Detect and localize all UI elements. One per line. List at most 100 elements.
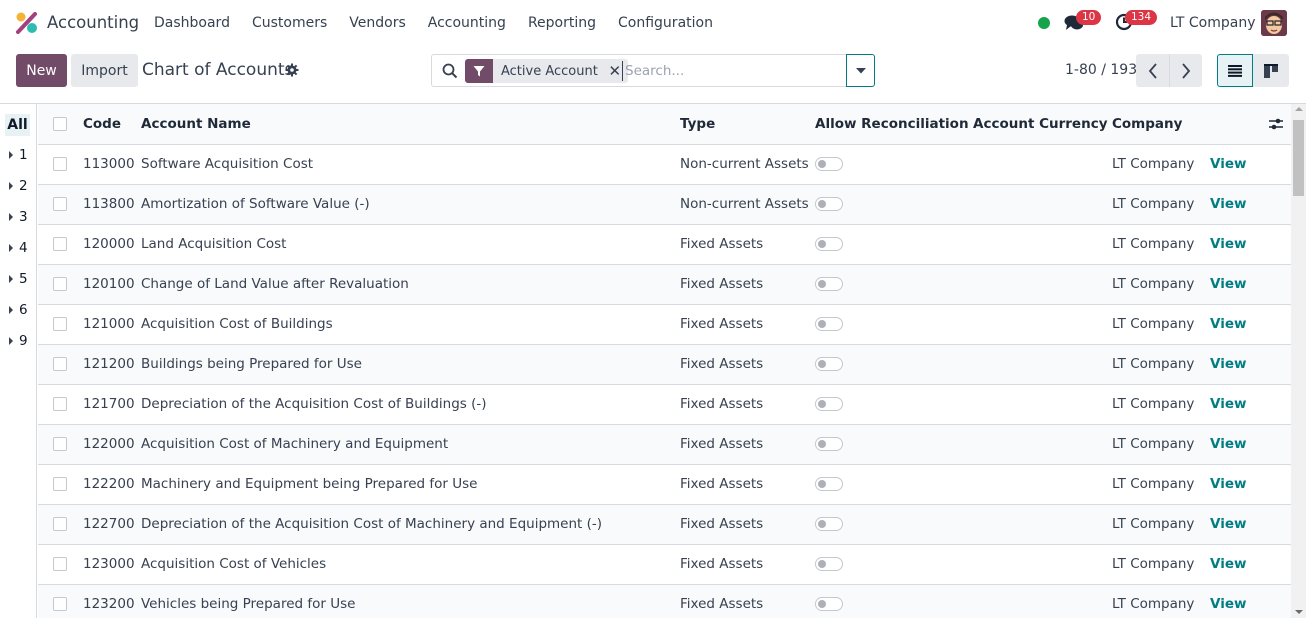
cell-code: 113000 [83,144,141,185]
import-button[interactable]: Import [71,54,138,87]
header-type[interactable]: Type [680,104,815,145]
pager-value[interactable]: 1-80 / 193 [1065,62,1137,78]
row-checkbox[interactable] [53,557,67,571]
table-row[interactable]: 122700 Depreciation of the Acquisition C… [38,504,1291,545]
allow-reconciliation-toggle[interactable] [815,477,843,491]
sidepanel-group[interactable]: 2 [9,178,28,194]
table-row[interactable]: 121000 Acquisition Cost of Buildings Fix… [38,304,1291,345]
header-account-currency[interactable]: Account Currency [973,104,1112,145]
row-checkbox[interactable] [53,157,67,171]
allow-reconciliation-toggle[interactable] [815,197,843,211]
search-icon[interactable] [442,63,458,79]
company-switcher[interactable]: LT Company [1170,15,1255,31]
cell-account-name: Amortization of Software Value (-) [141,184,680,225]
scroll-down-arrow-icon[interactable] [1295,610,1303,614]
header-account-name[interactable]: Account Name [141,104,680,145]
view-link[interactable]: View [1210,356,1246,372]
table-row[interactable]: 120000 Land Acquisition Cost Fixed Asset… [38,224,1291,265]
header-company[interactable]: Company [1112,104,1210,145]
sidepanel-group[interactable]: 1 [9,147,28,163]
allow-reconciliation-toggle[interactable] [815,557,843,571]
table-row[interactable]: 123200 Vehicles being Prepared for Use F… [38,584,1291,618]
search-input[interactable] [622,61,837,81]
kanban-view-button[interactable] [1253,54,1289,87]
row-checkbox[interactable] [53,477,67,491]
optional-columns-toggle[interactable] [1210,118,1291,130]
view-link[interactable]: View [1210,476,1246,492]
view-link[interactable]: View [1210,516,1246,532]
menu-configuration[interactable]: Configuration [618,15,713,31]
top-navbar: Accounting Dashboard Customers Vendors A… [0,0,1306,46]
row-checkbox[interactable] [53,437,67,451]
table-row[interactable]: 113800 Amortization of Software Value (-… [38,184,1291,225]
caret-down-icon [855,67,866,73]
row-checkbox[interactable] [53,397,67,411]
allow-reconciliation-toggle[interactable] [815,517,843,531]
view-link[interactable]: View [1210,276,1246,292]
view-link[interactable]: View [1210,196,1246,212]
allow-reconciliation-toggle[interactable] [815,157,843,171]
row-checkbox[interactable] [53,597,67,611]
sidepanel-group[interactable]: 9 [9,333,28,349]
view-link[interactable]: View [1210,236,1246,252]
list-view-button[interactable] [1217,54,1253,87]
view-link[interactable]: View [1210,596,1246,612]
cell-code: 121700 [83,384,141,425]
row-checkbox[interactable] [53,197,67,211]
app-name[interactable]: Accounting [47,13,139,32]
row-checkbox[interactable] [53,277,67,291]
accounting-app-logo-icon[interactable] [16,12,38,34]
sidepanel-all[interactable]: All [5,114,30,136]
view-link[interactable]: View [1210,156,1246,172]
cell-account-currency [973,464,1112,505]
pager-next-button[interactable] [1169,54,1202,87]
menu-vendors[interactable]: Vendors [349,15,405,31]
allow-reconciliation-toggle[interactable] [815,597,843,611]
view-link[interactable]: View [1210,396,1246,412]
scrollbar-thumb[interactable] [1293,120,1304,196]
allow-reconciliation-toggle[interactable] [815,437,843,451]
row-checkbox[interactable] [53,357,67,371]
view-link[interactable]: View [1210,436,1246,452]
allow-reconciliation-toggle[interactable] [815,237,843,251]
new-button[interactable]: New [16,54,67,87]
allow-reconciliation-toggle[interactable] [815,317,843,331]
sidepanel-group[interactable]: 4 [9,240,28,256]
table-row[interactable]: 123000 Acquisition Cost of Vehicles Fixe… [38,544,1291,585]
menu-customers[interactable]: Customers [252,15,327,31]
chat-count-badge[interactable]: 10 [1076,10,1102,25]
sidepanel-group[interactable]: 6 [9,302,28,318]
activity-count-badge[interactable]: 134 [1125,10,1158,25]
menu-accounting[interactable]: Accounting [428,15,506,31]
menu-reporting[interactable]: Reporting [528,15,596,31]
gear-icon[interactable] [285,63,299,77]
scroll-up-arrow-icon[interactable] [1295,107,1303,111]
cell-type: Fixed Assets [680,304,815,345]
header-allow-reconciliation[interactable]: Allow Reconciliation [815,104,973,145]
select-all-checkbox[interactable] [53,116,67,131]
cell-type: Fixed Assets [680,264,815,305]
table-row[interactable]: 120100 Change of Land Value after Revalu… [38,264,1291,305]
sidepanel-group[interactable]: 5 [9,271,28,287]
table-row[interactable]: 122000 Acquisition Cost of Machinery and… [38,424,1291,465]
allow-reconciliation-toggle[interactable] [815,397,843,411]
user-avatar[interactable] [1261,10,1287,36]
pager-previous-button[interactable] [1136,54,1169,87]
table-row[interactable]: 113000 Software Acquisition Cost Non-cur… [38,144,1291,185]
menu-dashboard[interactable]: Dashboard [154,15,230,31]
row-checkbox[interactable] [53,317,67,331]
row-checkbox[interactable] [53,517,67,531]
sidepanel-group[interactable]: 3 [9,209,28,225]
row-checkbox[interactable] [53,237,67,251]
cell-company: LT Company [1112,224,1210,265]
view-link[interactable]: View [1210,556,1246,572]
search-options-toggle[interactable] [846,54,875,87]
table-row[interactable]: 122200 Machinery and Equipment being Pre… [38,464,1291,505]
view-link[interactable]: View [1210,316,1246,332]
allow-reconciliation-toggle[interactable] [815,357,843,371]
table-row[interactable]: 121200 Buildings being Prepared for Use … [38,344,1291,385]
table-row[interactable]: 121700 Depreciation of the Acquisition C… [38,384,1291,425]
vertical-scrollbar[interactable] [1291,104,1306,618]
header-code[interactable]: Code [83,104,141,145]
allow-reconciliation-toggle[interactable] [815,277,843,291]
